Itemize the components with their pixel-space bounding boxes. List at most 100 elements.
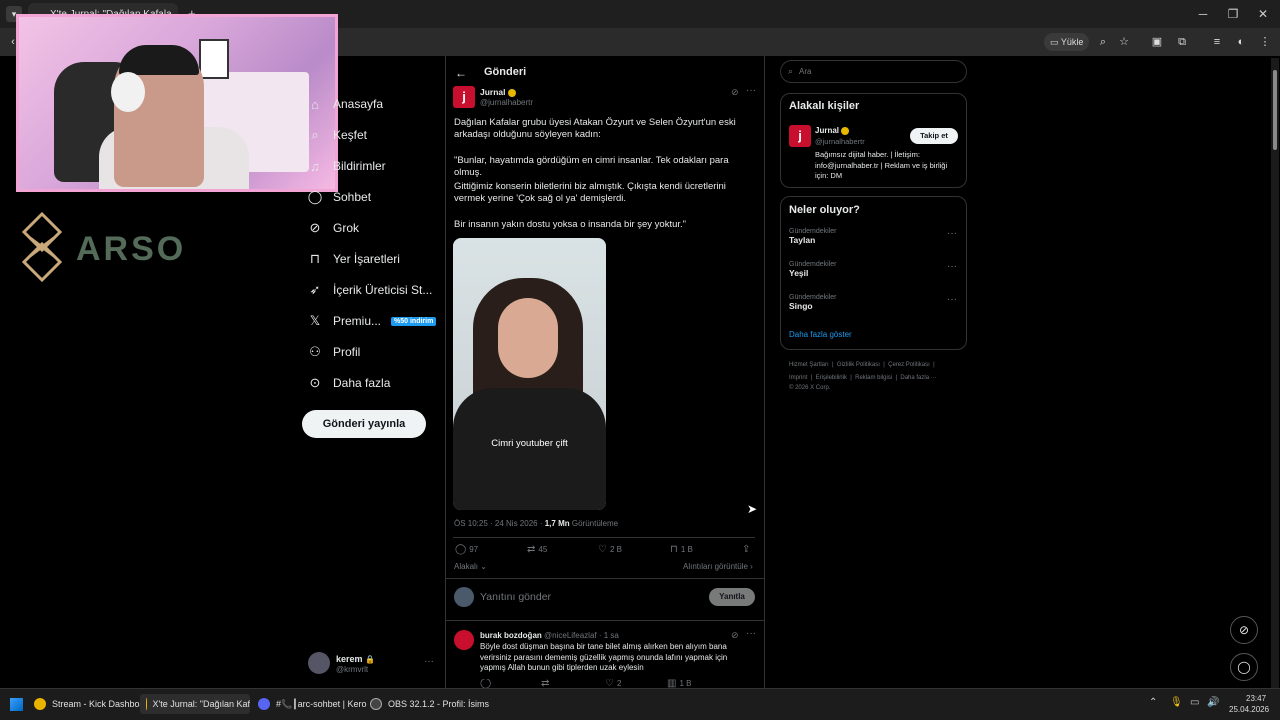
reply-views-button[interactable]: ▥ 1 B — [667, 679, 691, 688]
nav-premium[interactable]: 𝕏 Premiu... %50 indirim — [305, 311, 437, 331]
heart-icon: ♡ — [598, 544, 607, 555]
tweet-author[interactable]: Jurnal — [480, 87, 506, 97]
tweet-views: 1,7 Mn — [544, 519, 570, 528]
account-switcher[interactable]: kerem 🔒 @krmvrlt ··· — [308, 652, 438, 676]
trend-category: Gündemdekiler — [789, 294, 837, 301]
nav-bookmarks[interactable]: ⊓ Yer İşaretleri — [305, 249, 400, 269]
share-button[interactable]: ⇪ — [742, 544, 753, 555]
account-handle: @krmvrlt — [336, 665, 369, 674]
tweet-time[interactable]: ÖS 10:25 · 24 Nis 2026 · — [454, 519, 543, 528]
taskbar-item-kick[interactable]: Stream - Kick Dashboar — [34, 694, 148, 714]
footer-links-1[interactable]: Hizmet Şartları | Gizlilik Politikası | … — [789, 362, 935, 368]
nav-creator-studio[interactable]: ➶ İçerik Üreticisi St... — [305, 280, 433, 300]
reply-like-button[interactable]: ♡ 2 — [605, 679, 621, 688]
reply-reply-button[interactable]: ◯ — [480, 679, 494, 688]
profile-icon[interactable]: ◐ — [1234, 34, 1248, 50]
person-avatar[interactable]: j — [789, 125, 811, 147]
upload-button[interactable]: ▭ Yükle — [1044, 33, 1090, 51]
trend-item[interactable]: Gündemdekiler Yeşil ··· — [789, 261, 959, 283]
more-icon[interactable]: ··· — [746, 628, 756, 639]
close-icon[interactable]: ✕ — [1248, 4, 1278, 24]
search-placeholder: Ara — [799, 67, 812, 76]
reply-author[interactable]: burak bozdoğan — [480, 631, 542, 640]
follow-button[interactable]: Takip et — [910, 128, 958, 144]
bookmark-icon: ⊓ — [670, 544, 678, 555]
bookmark-button[interactable]: ⊓ 1 B — [670, 544, 693, 555]
bookmark-count: 1 B — [680, 545, 693, 554]
taskbar-label: X'te Jurnal: "Dağılan Kaf — [152, 699, 250, 709]
star-icon[interactable]: ☆ — [1117, 34, 1131, 50]
nav-chat[interactable]: ◯ Sohbet — [305, 187, 371, 207]
views-label: Görüntüleme — [571, 519, 619, 528]
trend-item[interactable]: Gündemdekiler Singo ··· — [789, 294, 959, 316]
sort-relevant-dropdown[interactable]: Alakalı ⌄ — [454, 562, 487, 571]
nav-profile[interactable]: ⚇ Profil — [305, 342, 360, 362]
nav-explore[interactable]: ⌕ Keşfet — [305, 125, 367, 145]
tweet-video[interactable]: Cimri youtuber çift — [453, 238, 606, 510]
reply-avatar[interactable] — [454, 630, 474, 650]
grok-icon[interactable]: ⊘ — [731, 87, 739, 98]
post-button[interactable]: Gönderi yayınla — [302, 410, 426, 438]
video-caption: Cimri youtuber çift — [491, 438, 568, 449]
clock-time[interactable]: 23:47 — [1246, 694, 1266, 703]
footer-links-2[interactable]: Imprint | Erişilebilirlik | Reklam bilgi… — [789, 375, 937, 381]
chrome-icon — [34, 698, 46, 710]
nav-label: Sohbet — [333, 190, 372, 204]
view-quotes-link[interactable]: Alıntıları görüntüle › — [683, 562, 753, 571]
premium-badge: %50 indirim — [391, 316, 437, 326]
playlist-icon[interactable]: ≡ — [1210, 34, 1224, 50]
menu-icon[interactable]: ⋮ — [1258, 34, 1272, 50]
microphone-icon[interactable]: 🎙 — [1170, 697, 1183, 708]
extension-icon[interactable]: ▣ — [1150, 34, 1164, 50]
avatar — [454, 587, 474, 607]
scrollbar[interactable] — [1271, 58, 1279, 688]
reply-icon: ◯ — [480, 679, 492, 688]
nav-notifications[interactable]: ♫ Bildirimler — [305, 156, 386, 176]
maximize-icon[interactable]: ❐ — [1218, 4, 1248, 24]
person-handle[interactable]: @jurnalhabertr — [815, 137, 865, 146]
repost-icon: ⇄ — [527, 544, 536, 555]
reply-submit-button[interactable]: Yanıtla — [709, 588, 755, 606]
more-icon[interactable]: ··· — [424, 656, 434, 667]
reply-handle[interactable]: @niceLifeazlaf — [544, 631, 597, 640]
reply-repost-button[interactable]: ⇄ — [541, 679, 552, 688]
taskbar-item-discord[interactable]: #📞┃arc-sohbet | Kero — [258, 694, 367, 714]
lock-icon: 🔒 — [365, 655, 376, 664]
trend-item[interactable]: Gündemdekiler Taylan ··· — [789, 228, 959, 250]
reply-input[interactable]: Yanıtını gönder — [480, 591, 551, 603]
reply-text: Böyle dost düşman başına bir tane bilet … — [480, 642, 728, 672]
repost-button[interactable]: ⇄ 45 — [527, 544, 547, 555]
reply-icon: ◯ — [455, 544, 467, 555]
messages-float-button[interactable]: ◯ — [1230, 653, 1258, 681]
grok-icon[interactable]: ⊘ — [731, 630, 739, 641]
network-icon[interactable]: ▭ — [1190, 697, 1199, 708]
more-icon[interactable]: ··· — [947, 294, 957, 305]
repost-icon: ⇄ — [541, 679, 550, 688]
chevron-up-icon[interactable]: ⌃ — [1149, 697, 1157, 708]
nav-grok[interactable]: ⊘ Grok — [305, 218, 359, 238]
more-icon[interactable]: ··· — [746, 85, 756, 96]
nav-home[interactable]: ⌂ Anasayfa — [305, 94, 383, 114]
grok-float-button[interactable]: ⊘ — [1230, 616, 1258, 644]
nav-more[interactable]: ⊙ Daha fazla — [305, 373, 391, 393]
show-more-link[interactable]: Daha fazla göster — [789, 330, 852, 339]
minimize-icon[interactable]: ─ — [1188, 4, 1218, 24]
reply-button[interactable]: ◯ 97 — [455, 544, 478, 555]
zoom-icon[interactable]: ⌕ — [1096, 34, 1110, 50]
person-name[interactable]: Jurnal — [815, 126, 839, 135]
tweet-handle[interactable]: @jurnalhabertr — [480, 98, 533, 107]
more-icon[interactable]: ··· — [947, 261, 957, 272]
like-button[interactable]: ♡ 2 B — [598, 544, 622, 555]
back-arrow-icon[interactable]: ← — [455, 66, 467, 80]
puzzle-icon[interactable]: ⧉ — [1175, 34, 1189, 50]
tweet-avatar[interactable]: j — [453, 86, 475, 108]
nav-label: Keşfet — [333, 128, 368, 142]
search-input[interactable]: Ara — [780, 60, 967, 83]
start-icon[interactable] — [10, 698, 23, 711]
clock-date[interactable]: 25.04.2026 — [1229, 705, 1269, 714]
more-icon[interactable]: ··· — [947, 228, 957, 239]
page-title: Gönderi — [484, 66, 527, 78]
taskbar-item-x[interactable]: X'te Jurnal: "Dağılan Kaf — [140, 694, 250, 714]
taskbar-item-obs[interactable]: OBS 32.1.2 - Profil: İsims — [370, 694, 489, 714]
speaker-icon[interactable]: 🔊 — [1207, 697, 1219, 708]
